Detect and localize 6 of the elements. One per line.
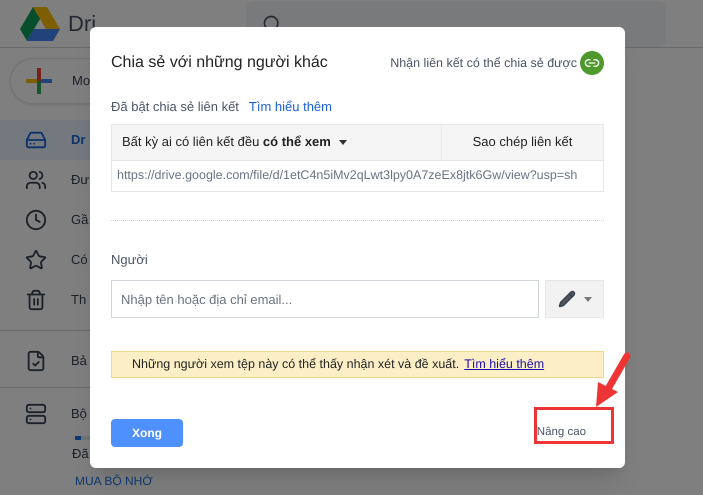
notice-text: Những người xem tệp này có thể thấy nhận xét và đề xuất. xyxy=(132,356,460,374)
link-status: Đã bật chia sẻ liên kết xyxy=(111,98,239,116)
storage-text: Đã xyxy=(72,445,90,463)
people-label: Người xyxy=(111,250,149,269)
dialog-title: Chia sẻ với những người khác xyxy=(111,53,328,73)
app-name: Dri xyxy=(68,10,96,38)
